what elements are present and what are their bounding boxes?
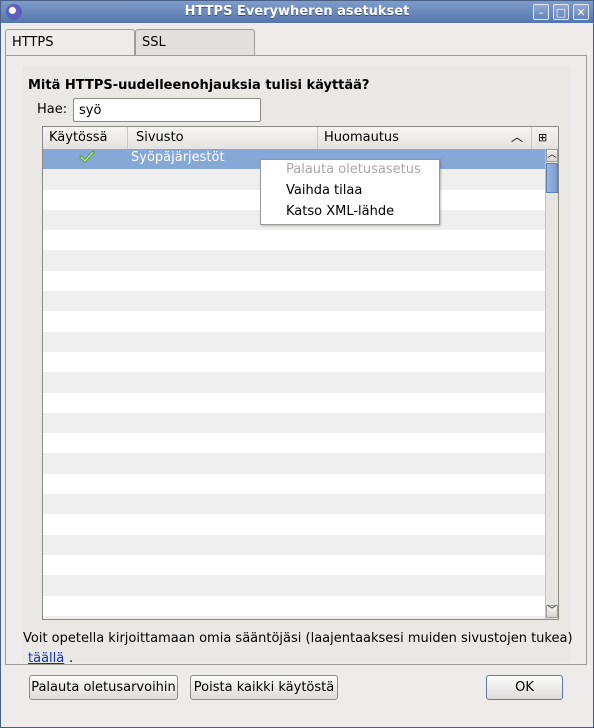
table-row (43, 474, 545, 494)
reset-defaults-button[interactable]: Palauta oletusarvoihin (29, 675, 178, 700)
title-bar[interactable]: HTTPS Everywheren asetukset – □ ✕ (1, 1, 593, 23)
table-row (43, 534, 545, 555)
minimize-icon[interactable]: – (533, 4, 549, 20)
maximize-icon[interactable]: □ (553, 4, 569, 20)
context-menu: Palauta oletusasetus Vaihda tilaa Katso … (260, 159, 440, 225)
ok-button[interactable]: OK (486, 675, 563, 700)
table-row (43, 393, 545, 413)
table-header: Käytössä Sivusto Huomautus ︿ ⊞ (43, 127, 558, 150)
page-title: Mitä HTTPS-uudelleenohjauksia tulisi käy… (28, 78, 370, 93)
table-row (43, 453, 545, 474)
search-input[interactable] (73, 98, 261, 122)
table-row (43, 250, 545, 271)
table-row (43, 372, 545, 393)
table-row (43, 352, 545, 372)
column-header-note[interactable]: Huomautus ︿ (318, 127, 532, 149)
scroll-thumb[interactable] (546, 163, 558, 193)
vertical-scrollbar[interactable]: ︿ ﹀ (545, 149, 558, 619)
custom-rules-link[interactable]: täällä (28, 651, 64, 666)
window-title: HTTPS Everywheren asetukset (184, 4, 410, 19)
menu-item-toggle-state[interactable]: Vaihda tilaa (286, 183, 362, 198)
tab-https-everywhere[interactable]: HTTPS Everywhere (5, 29, 135, 76)
sort-ascending-icon: ︿ (510, 130, 523, 144)
table-row (43, 433, 545, 453)
custom-rules-text: Voit opetella kirjoittamaan omia sääntöj… (23, 631, 573, 646)
scroll-down-icon[interactable]: ﹀ (546, 605, 558, 618)
table-row (43, 596, 545, 616)
search-label: Hae: (37, 102, 68, 117)
table-row (43, 555, 545, 575)
menu-item-view-xml-source[interactable]: Katso XML-lähde (286, 204, 394, 219)
menu-item-restore-default: Palauta oletusasetus (286, 162, 421, 177)
tab-ssl-observatory[interactable]: SSL Observatory (135, 29, 255, 76)
footer-period: . (69, 651, 74, 666)
table-row (43, 575, 545, 596)
table-row (43, 494, 545, 515)
table-row (43, 271, 545, 291)
column-header-site[interactable]: Sivusto (129, 127, 318, 149)
scroll-up-icon[interactable]: ︿ (546, 149, 558, 162)
table-row (43, 514, 545, 534)
column-picker-icon[interactable]: ⊞ (532, 127, 558, 149)
table-row (43, 291, 545, 312)
column-header-enabled[interactable]: Käytössä (43, 127, 128, 149)
column-header-note-label: Huomautus (324, 130, 399, 145)
disable-all-button[interactable]: Poista kaikki käytöstä (190, 675, 338, 700)
table-row (43, 412, 545, 434)
table-row (43, 331, 545, 352)
table-row (43, 230, 545, 250)
close-icon[interactable]: ✕ (573, 4, 589, 20)
table-row (43, 615, 545, 619)
checkmark-icon[interactable] (79, 149, 95, 169)
table-row (43, 311, 545, 331)
site-name: Syöpäjärjestöt (131, 150, 225, 165)
